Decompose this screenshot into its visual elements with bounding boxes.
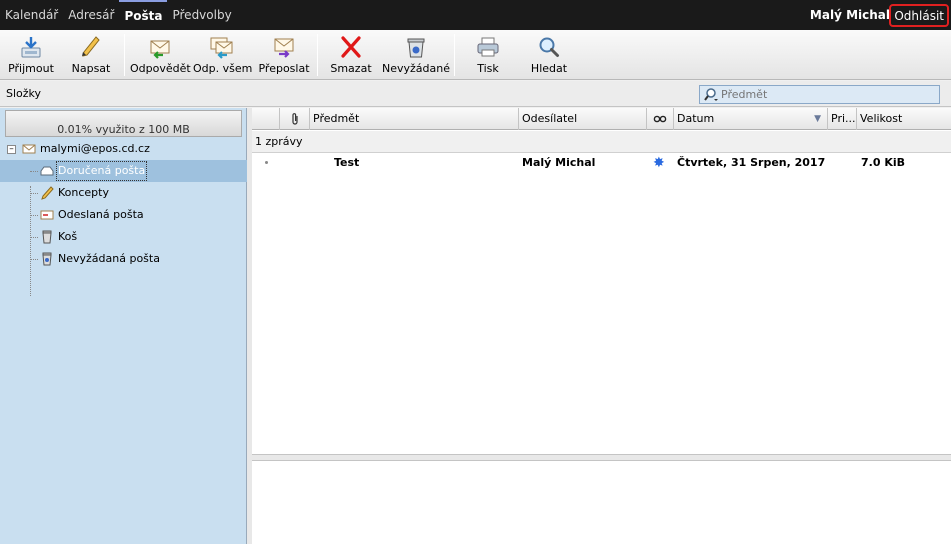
inbox-icon xyxy=(40,166,54,176)
delete-button[interactable]: Smazat xyxy=(326,30,376,80)
search-button[interactable]: Hledat xyxy=(524,30,574,80)
reply-all-icon xyxy=(210,37,233,59)
receive-label: Přijmout xyxy=(8,62,54,75)
tree-connector xyxy=(30,237,38,238)
toolbar-separator xyxy=(454,34,455,76)
sent-mail-icon xyxy=(40,210,54,220)
quota-bar: 0.01% využito z 100 MB xyxy=(5,110,242,137)
folder-panel: 0.01% využito z 100 MB – malymi@epos.cd.… xyxy=(0,108,247,544)
folder-sent[interactable]: Odeslaná pošta xyxy=(0,204,247,226)
message-row[interactable]: Test Malý Michal ✸ Čtvrtek, 31 Srpen, 20… xyxy=(252,153,951,173)
column-flag[interactable] xyxy=(252,108,280,130)
receive-button[interactable]: Přijmout xyxy=(5,30,57,80)
forward-icon xyxy=(274,38,294,58)
tree-connector xyxy=(30,171,38,172)
folder-trash[interactable]: Koš xyxy=(0,226,247,248)
message-date: Čtvrtek, 31 Srpen, 2017 ... xyxy=(677,156,827,169)
tree-connector xyxy=(30,259,38,260)
column-date-label: Datum xyxy=(677,112,715,125)
reply-all-label: Odp. všem xyxy=(193,62,253,75)
envelope-icon xyxy=(22,144,36,154)
folder-junk[interactable]: Nevyžádaná pošta xyxy=(0,248,247,270)
pencil-icon xyxy=(41,186,54,200)
search-label: Hledat xyxy=(530,62,568,75)
print-button[interactable]: Tisk xyxy=(466,30,510,80)
user-name: Malý Michal xyxy=(809,8,890,22)
folder-label: Odeslaná pošta xyxy=(58,208,144,221)
forward-label: Přeposlat xyxy=(258,62,310,75)
column-subject[interactable]: Předmět xyxy=(310,108,519,130)
reply-button[interactable]: Odpovědět xyxy=(130,30,191,80)
printer-icon xyxy=(477,37,499,57)
folder-inbox[interactable]: Doručená pošta xyxy=(0,160,247,182)
trash-can-icon xyxy=(407,38,425,58)
junk-label: Nevyžádané xyxy=(382,62,450,75)
nav-mail[interactable]: Pošta xyxy=(119,0,168,30)
nav-calendar[interactable]: Kalendář xyxy=(0,0,63,30)
account-node[interactable]: – malymi@epos.cd.cz xyxy=(0,138,247,160)
junk-button[interactable]: Nevyžádané xyxy=(382,30,450,80)
column-date[interactable]: Datum ▼ xyxy=(674,108,828,130)
reply-label: Odpovědět xyxy=(130,62,191,75)
folders-title: Složky xyxy=(6,87,42,100)
message-size: 7.0 KiB xyxy=(861,156,905,169)
search-icon[interactable] xyxy=(703,87,719,102)
magnifier-icon xyxy=(539,37,559,57)
logout-link[interactable]: Odhlásit xyxy=(889,4,949,27)
nav-preferences[interactable]: Předvolby xyxy=(167,0,236,30)
search-input[interactable] xyxy=(721,87,936,102)
compose-button[interactable]: Napsat xyxy=(66,30,116,80)
status-dot-icon xyxy=(265,161,268,164)
compose-label: Napsat xyxy=(71,62,111,75)
delete-x-icon xyxy=(341,36,361,58)
main-nav: Kalendář Adresář Pošta Předvolby xyxy=(0,0,237,30)
tree-connector xyxy=(30,215,38,216)
message-sender: Malý Michal xyxy=(522,156,596,169)
search-box xyxy=(699,85,940,104)
folder-drafts[interactable]: Koncepty xyxy=(0,182,247,204)
print-label: Tisk xyxy=(477,62,499,75)
junk-icon xyxy=(42,252,52,266)
column-sender[interactable]: Odesílatel xyxy=(519,108,647,130)
folder-label: Doručená pošta xyxy=(56,161,148,181)
message-list-header: Předmět Odesílatel Datum ▼ Pri... Veliko… xyxy=(252,108,951,130)
message-group-header: 1 zprávy xyxy=(252,131,951,153)
folder-label: Koš xyxy=(58,230,78,243)
column-attachment[interactable] xyxy=(280,108,310,130)
folder-label: Nevyžádaná pošta xyxy=(58,252,160,265)
column-thread[interactable] xyxy=(647,108,674,130)
column-priority[interactable]: Pri... xyxy=(828,108,857,130)
pencil-icon xyxy=(82,36,100,57)
reply-all-button[interactable]: Odp. všem xyxy=(193,30,253,80)
inbox-download-icon xyxy=(21,37,41,58)
collapse-icon[interactable]: – xyxy=(7,145,16,154)
glasses-icon xyxy=(653,115,667,123)
reply-icon xyxy=(150,40,170,59)
message-preview-pane xyxy=(252,460,951,544)
message-list: Předmět Odesílatel Datum ▼ Pri... Veliko… xyxy=(252,108,951,454)
toolbar-separator xyxy=(317,34,318,76)
trash-icon xyxy=(42,230,52,244)
forward-button[interactable]: Přeposlat xyxy=(258,30,310,80)
column-size[interactable]: Velikost xyxy=(857,108,951,130)
paperclip-icon xyxy=(291,113,298,125)
account-label: malymi@epos.cd.cz xyxy=(40,142,150,155)
sort-down-icon: ▼ xyxy=(814,114,821,124)
tree-connector xyxy=(30,193,38,194)
top-bar: Kalendář Adresář Pošta Předvolby Malý Mi… xyxy=(0,0,951,30)
new-message-star-icon: ✸ xyxy=(653,155,665,171)
quota-text: 0.01% využito z 100 MB xyxy=(57,123,190,136)
folder-tree: – malymi@epos.cd.cz Doručená pošta Konce… xyxy=(0,138,247,296)
nav-addressbook[interactable]: Adresář xyxy=(63,0,119,30)
folder-label: Koncepty xyxy=(58,186,109,199)
toolbar-separator xyxy=(124,34,125,76)
delete-label: Smazat xyxy=(330,62,372,75)
toolbar: Přijmout Napsat Odpovědět Odp. všem Přep… xyxy=(0,30,951,80)
message-subject: Test xyxy=(334,156,360,169)
folders-header: Složky xyxy=(0,81,951,107)
